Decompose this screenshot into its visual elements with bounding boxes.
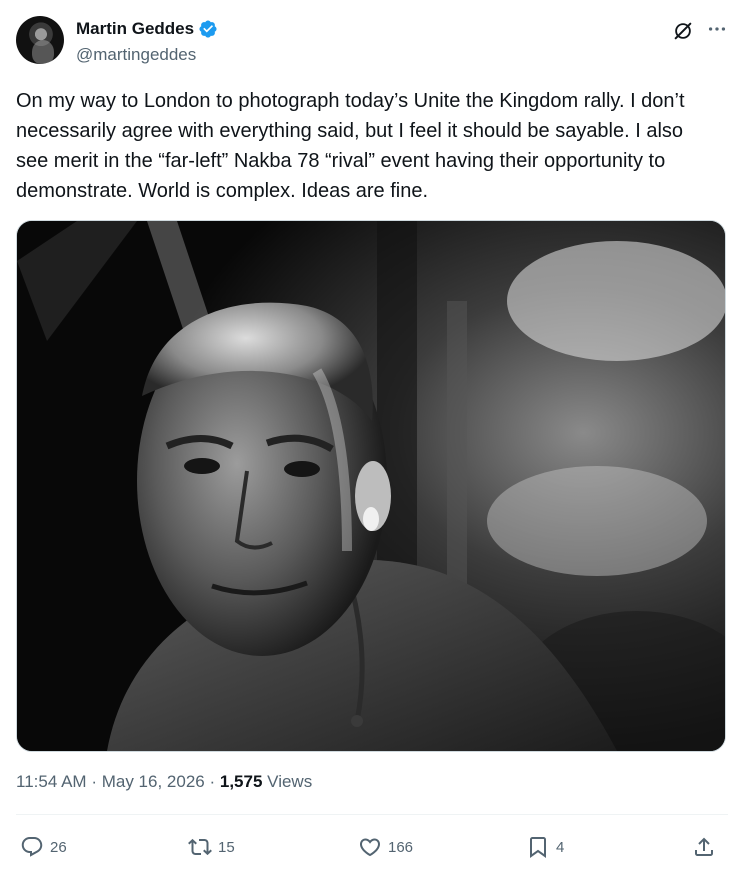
more-icon[interactable] bbox=[706, 18, 728, 40]
like-button[interactable]: 166 bbox=[358, 830, 413, 864]
bookmark-button[interactable]: 4 bbox=[526, 830, 564, 864]
like-count: 166 bbox=[388, 838, 414, 856]
author-handle[interactable]: @martingeddes bbox=[76, 45, 196, 65]
meta-separator: · bbox=[209, 772, 216, 791]
views-count: 1,575 bbox=[219, 772, 263, 791]
bookmark-icon bbox=[530, 837, 546, 858]
action-bar: 26 15 166 4 bbox=[16, 830, 728, 864]
tweet-text: On my way to London to photograph today’… bbox=[16, 90, 685, 202]
tweet-photo[interactable] bbox=[16, 220, 726, 752]
grok-icon[interactable] bbox=[672, 20, 694, 42]
repost-count: 15 bbox=[218, 838, 235, 856]
avatar[interactable] bbox=[16, 16, 64, 64]
reply-icon bbox=[21, 837, 43, 857]
author-name[interactable]: Martin Geddes bbox=[76, 19, 194, 39]
divider bbox=[16, 814, 728, 815]
repost-button[interactable]: 15 bbox=[188, 830, 235, 864]
meta-separator: · bbox=[91, 772, 97, 791]
share-button[interactable] bbox=[692, 830, 716, 864]
views-label: Views bbox=[267, 772, 313, 791]
tweet-date[interactable]: May 16, 2026 bbox=[102, 772, 205, 791]
reply-button[interactable]: 26 bbox=[20, 830, 67, 864]
verified-badge-icon[interactable] bbox=[198, 19, 218, 39]
author-name-row: Martin Geddes bbox=[76, 19, 218, 39]
like-icon bbox=[359, 838, 381, 857]
share-icon bbox=[695, 837, 713, 856]
tweet-header: Martin Geddes @martingeddes bbox=[16, 12, 728, 68]
reply-count: 26 bbox=[50, 838, 67, 856]
tweet-meta: 11:54 AM · May 16, 2026 · 1,575 Views bbox=[16, 772, 312, 792]
tweet-time[interactable]: 11:54 AM bbox=[16, 772, 87, 791]
repost-icon bbox=[188, 838, 212, 856]
bookmark-count: 4 bbox=[556, 838, 565, 856]
